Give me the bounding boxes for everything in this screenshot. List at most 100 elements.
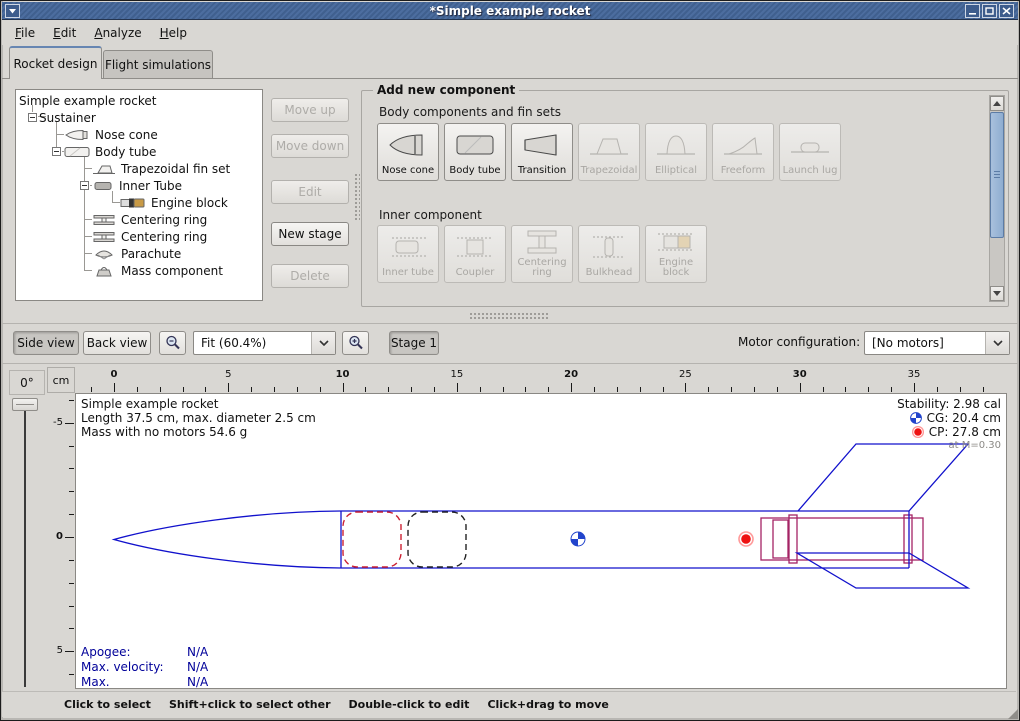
- menu-edit[interactable]: Edit: [44, 22, 85, 44]
- add-body-tube-button[interactable]: Body tube: [444, 123, 506, 181]
- scroll-down-button[interactable]: [990, 286, 1004, 301]
- add-nose-cone-button[interactable]: Nose cone: [377, 123, 439, 181]
- menu-analyze[interactable]: Analyze: [85, 22, 150, 44]
- add-trapezoidal-fin-button[interactable]: Trapezoidal: [578, 123, 640, 181]
- minimize-button[interactable]: [965, 4, 980, 18]
- tree-item-trapezoidal-fin-set[interactable]: Trapezoidal fin set: [92, 160, 262, 177]
- trapezoidal-fin-icon: [92, 163, 116, 175]
- horizontal-splitter-handle[interactable]: [469, 312, 549, 319]
- add-elliptical-fin-button[interactable]: Elliptical: [645, 123, 707, 181]
- stability-info: Stability: 2.98 cal CG: 20.4 cm CP: 27.8…: [897, 397, 1001, 453]
- tree-item-label: Centering ring: [121, 230, 207, 244]
- menu-help[interactable]: Help: [151, 22, 196, 44]
- window-resize-grip[interactable]: [1008, 709, 1018, 719]
- rocket-mass-line: Mass with no motors 54.6 g: [81, 425, 316, 439]
- tree-item-centering-ring-1[interactable]: Centering ring: [92, 211, 262, 228]
- zoom-out-button[interactable]: [159, 331, 186, 355]
- centering-ring-icon: [92, 231, 116, 243]
- component-tree[interactable]: Simple example rocket Sustainer Nose con…: [15, 89, 263, 301]
- scrollbar-thumb[interactable]: [990, 112, 1004, 238]
- component-panel-scrollbar[interactable]: [989, 95, 1005, 302]
- add-bulkhead-button[interactable]: Bulkhead: [578, 225, 640, 283]
- mach-note: at M=0.30: [949, 439, 1002, 453]
- tree-item-engine-block[interactable]: Engine block: [120, 194, 262, 211]
- max-velocity-value: N/A: [187, 660, 208, 675]
- rotation-slider-thumb[interactable]: [12, 398, 38, 411]
- arrow-up-icon: [993, 101, 1001, 106]
- vertical-splitter-handle[interactable]: [354, 173, 360, 221]
- add-transition-button[interactable]: Transition: [511, 123, 573, 181]
- move-down-button[interactable]: Move down: [271, 134, 349, 158]
- centering-ring-icon: [512, 226, 572, 258]
- rocket-dimensions-line: Length 37.5 cm, max. diameter 2.5 cm: [81, 411, 316, 425]
- v-ruler-ticks: -505: [47, 393, 75, 689]
- inner-tube-icon: [92, 180, 114, 192]
- move-up-button[interactable]: Move up: [271, 98, 349, 122]
- magnifier-plus-icon: [348, 335, 364, 351]
- tree-item-centering-ring-2[interactable]: Centering ring: [92, 228, 262, 245]
- minimize-icon: [968, 7, 977, 15]
- zoom-level-combo[interactable]: Fit (60.4%): [193, 331, 336, 355]
- maximize-button[interactable]: [982, 4, 997, 18]
- body-tube-icon: [445, 124, 505, 166]
- apogee-row: Apogee: N/A: [81, 645, 208, 660]
- add-engine-block-button[interactable]: Engine block: [645, 225, 707, 283]
- chevron-down-icon: [985, 332, 1009, 354]
- add-freeform-fin-button[interactable]: Freeform: [712, 123, 774, 181]
- stage-1-toggle[interactable]: Stage 1: [389, 331, 439, 355]
- tree-item-label: Nose cone: [95, 128, 158, 142]
- tree-item-body-tube[interactable]: Body tube: [52, 143, 262, 160]
- tab-flight-simulations[interactable]: Flight simulations: [103, 50, 213, 79]
- add-launch-lug-button[interactable]: Launch lug: [779, 123, 841, 181]
- tree-connector: [84, 253, 92, 254]
- inner-component-label: Inner component: [379, 208, 482, 222]
- help-click-select: Click to select: [64, 698, 151, 711]
- tree-item-inner-tube[interactable]: Inner Tube: [80, 177, 262, 194]
- tree-item-parachute[interactable]: Parachute: [92, 245, 262, 262]
- bulkhead-icon: [579, 226, 639, 268]
- tree-item-mass-component[interactable]: Mass component: [92, 262, 262, 279]
- zoom-in-button[interactable]: [342, 331, 369, 355]
- horizontal-ruler: 05101520253035: [75, 367, 1007, 393]
- tree-connector: [84, 236, 92, 237]
- tree-item-label: Body tube: [95, 145, 156, 159]
- collapse-icon[interactable]: [28, 113, 37, 122]
- title-bar[interactable]: *Simple example rocket: [2, 2, 1018, 20]
- rocket-name-line: Simple example rocket: [81, 397, 316, 411]
- close-button[interactable]: [999, 4, 1014, 18]
- tab-rocket-design[interactable]: Rocket design: [9, 46, 102, 79]
- cp-value: CP: 27.8 cm: [929, 425, 1001, 439]
- tree-item-nose-cone[interactable]: Nose cone: [64, 126, 262, 143]
- parachute-icon: [92, 248, 116, 260]
- tree-item-label: Simple example rocket: [19, 94, 156, 108]
- add-coupler-button[interactable]: Coupler: [444, 225, 506, 283]
- edit-button[interactable]: Edit: [271, 180, 349, 204]
- add-inner-tube-button[interactable]: Inner tube: [377, 225, 439, 283]
- chevron-down-icon: [311, 332, 335, 354]
- tree-item-rocket[interactable]: Simple example rocket: [19, 92, 262, 109]
- collapse-icon[interactable]: [52, 147, 61, 156]
- new-stage-button[interactable]: New stage: [271, 222, 349, 246]
- divider: [2, 363, 1018, 364]
- delete-button[interactable]: Delete: [271, 264, 349, 288]
- ruler-unit-label: cm: [47, 367, 75, 393]
- scroll-up-button[interactable]: [990, 96, 1004, 111]
- body-tube-icon: [64, 146, 90, 158]
- add-centering-ring-button[interactable]: Centering ring: [511, 225, 573, 283]
- back-view-toggle[interactable]: Back view: [83, 331, 151, 355]
- rotation-angle-display: 0°: [9, 370, 45, 395]
- tree-item-sustainer[interactable]: Sustainer: [28, 109, 262, 126]
- menu-file[interactable]: File: [6, 22, 44, 44]
- transition-icon: [512, 124, 572, 166]
- inner-tube-icon: [378, 226, 438, 268]
- motor-configuration-combo[interactable]: [No motors]: [864, 331, 1010, 355]
- side-view-toggle[interactable]: Side view: [13, 331, 79, 355]
- h-ruler-ticks: 05101520253035: [75, 367, 1007, 393]
- engine-block-icon: [120, 197, 146, 209]
- collapse-icon[interactable]: [80, 181, 89, 190]
- rotation-slider-track[interactable]: [24, 405, 26, 687]
- elliptical-fin-icon: [646, 124, 706, 166]
- help-shift-click: Shift+click to select other: [169, 698, 331, 711]
- body-components-label: Body components and fin sets: [379, 105, 561, 119]
- help-double-click: Double-click to edit: [349, 698, 470, 711]
